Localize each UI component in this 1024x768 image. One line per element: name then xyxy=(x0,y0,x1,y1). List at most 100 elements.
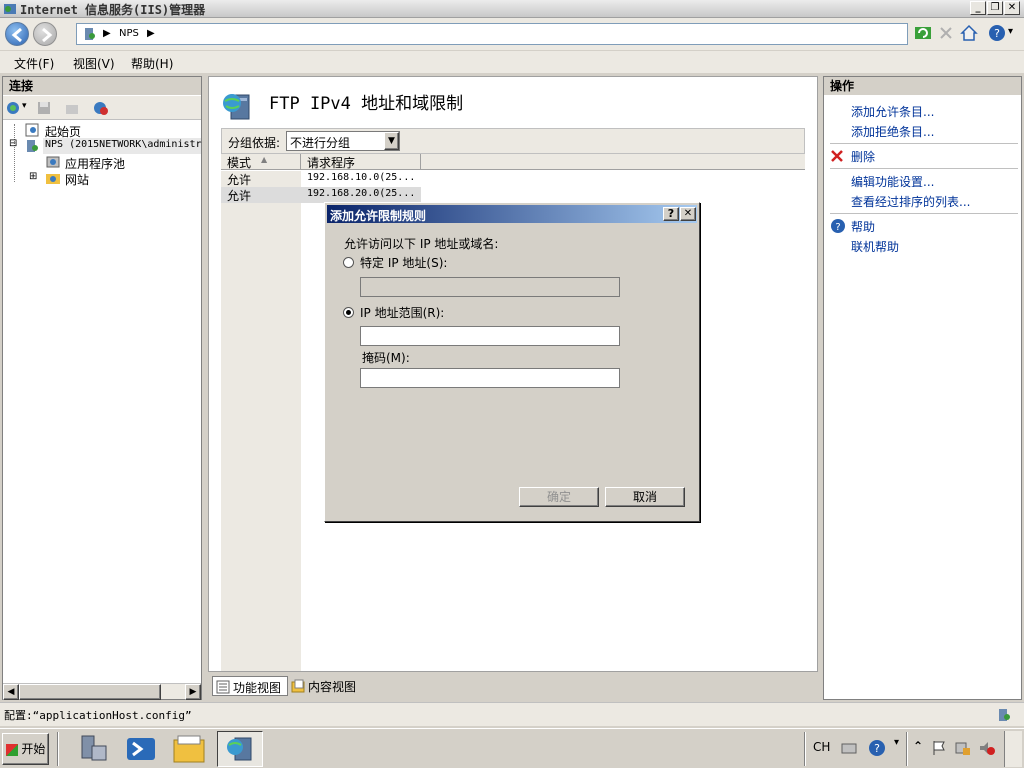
status-bar: 配置:“applicationHost.config” xyxy=(0,702,1024,726)
help-icon[interactable]: ? xyxy=(868,739,886,757)
connect-icon[interactable] xyxy=(5,100,21,116)
tree-line xyxy=(14,124,15,182)
status-text: 配置:“applicationHost.config” xyxy=(4,709,192,722)
restore-button[interactable]: ❐ xyxy=(987,1,1003,15)
server-manager-icon[interactable] xyxy=(74,732,112,766)
up-folder-icon[interactable] xyxy=(64,100,80,116)
column-header-mode[interactable]: 模式 ▲ xyxy=(221,154,301,170)
ip-range-label: IP 地址范围(R): xyxy=(360,306,445,320)
tree-item-app-pools[interactable]: 应用程序池 xyxy=(65,155,125,172)
scroll-right-button[interactable]: ▶ xyxy=(185,684,201,700)
keyboard-icon[interactable] xyxy=(840,739,858,757)
app-pool-icon xyxy=(46,156,60,168)
iis-manager-taskbar-button[interactable] xyxy=(217,731,263,767)
connections-toolbar: ▾ xyxy=(3,96,201,120)
group-by-label: 分组依据: xyxy=(228,136,281,150)
taskbar-divider xyxy=(906,732,908,766)
scroll-left-button[interactable]: ◀ xyxy=(3,684,19,700)
help-dropdown-icon[interactable]: ▾ xyxy=(1008,26,1013,37)
group-by-select[interactable]: 不进行分组 ▼ xyxy=(286,131,400,151)
collapse-icon[interactable]: ⊟ xyxy=(9,139,17,149)
connections-panel: 连接 ▾ 起始页 ⊟ NPS (2015NETWORK\administr 应用… xyxy=(2,76,202,700)
edit-feature-settings-link[interactable]: 编辑功能设置... xyxy=(851,173,934,190)
connect-dropdown-icon[interactable]: ▾ xyxy=(22,101,27,111)
save-icon[interactable] xyxy=(36,100,52,116)
forward-button[interactable] xyxy=(33,22,57,46)
menu-help[interactable]: 帮助(H) xyxy=(131,55,173,72)
help-icon[interactable]: ? xyxy=(988,24,1006,42)
ok-button[interactable]: 确定 xyxy=(519,487,599,507)
show-hidden-icons-chevron-icon[interactable]: ⌃ xyxy=(913,739,923,753)
menu-file[interactable]: 文件(F) xyxy=(14,55,54,72)
actions-title: 操作 xyxy=(824,77,1021,95)
delete-link[interactable]: 删除 xyxy=(851,148,875,165)
menu-view[interactable]: 视图(V) xyxy=(73,55,115,72)
address-bar[interactable]: ▶ NPS ▶ xyxy=(76,23,908,45)
chevron-down-icon[interactable]: ▼ xyxy=(384,132,399,150)
disconnect-icon[interactable] xyxy=(93,100,109,116)
table-row[interactable]: 允许 192.168.10.0(25... xyxy=(221,171,421,187)
dialog-close-button[interactable]: ✕ xyxy=(680,207,696,221)
cancel-button[interactable]: 取消 xyxy=(605,487,685,507)
add-allow-rule-dialog: 添加允许限制规则 ? ✕ 允许访问以下 IP 地址或域名: 特定 IP 地址(S… xyxy=(324,202,700,522)
ip-range-radio[interactable] xyxy=(343,307,354,318)
ftp-restrictions-icon xyxy=(223,94,250,120)
online-help-link[interactable]: 联机帮助 xyxy=(851,238,899,255)
language-indicator[interactable]: CH xyxy=(813,740,830,754)
mode-column-shade xyxy=(221,171,301,671)
table-row[interactable]: 允许 192.168.20.0(25... xyxy=(221,187,421,203)
scroll-thumb[interactable] xyxy=(19,684,161,700)
tab-content-view[interactable]: 内容视图 xyxy=(288,676,364,696)
show-desktop-button[interactable] xyxy=(1004,731,1022,767)
powershell-icon[interactable] xyxy=(122,732,160,766)
svg-text:?: ? xyxy=(835,222,840,233)
column-header-requester[interactable]: 请求程序 xyxy=(301,154,421,170)
mask-input[interactable] xyxy=(360,368,620,388)
dialog-help-button[interactable]: ? xyxy=(663,207,679,221)
close-button[interactable]: ✕ xyxy=(1004,1,1020,15)
specific-ip-radio[interactable] xyxy=(343,257,354,268)
add-allow-entry-link[interactable]: 添加允许条目... xyxy=(851,103,934,120)
tree-item-sites[interactable]: 网站 xyxy=(65,171,89,188)
back-button[interactable] xyxy=(5,22,29,46)
back-arrow-icon xyxy=(11,27,22,43)
view-ordered-list-link[interactable]: 查看经过排序的列表... xyxy=(851,193,970,210)
network-icon[interactable] xyxy=(954,739,972,757)
tree-item-server[interactable]: NPS (2015NETWORK\administr xyxy=(43,138,202,154)
taskbar-divider xyxy=(804,732,806,766)
feature-view-icon xyxy=(216,680,230,694)
specific-ip-input[interactable] xyxy=(360,277,620,297)
connections-title: 连接 xyxy=(3,77,201,95)
help-link[interactable]: 帮助 xyxy=(851,218,875,235)
windows-logo-icon xyxy=(5,743,18,756)
dialog-title: 添加允许限制规则 xyxy=(330,209,427,223)
actions-panel: 操作 添加允许条目... 添加拒绝条目... 删除 编辑功能设置... 查看经过… xyxy=(823,76,1022,700)
options-arrow-icon[interactable]: ▾ xyxy=(894,737,899,748)
expand-icon[interactable]: ⊞ xyxy=(29,172,37,182)
volume-muted-icon[interactable] xyxy=(978,739,996,757)
iis-icon xyxy=(227,737,252,761)
stop-icon[interactable] xyxy=(937,24,955,42)
ip-range-input[interactable] xyxy=(360,326,620,346)
home-icon[interactable] xyxy=(960,24,978,42)
add-deny-entry-link[interactable]: 添加拒绝条目... xyxy=(851,123,934,140)
refresh-icon[interactable] xyxy=(914,24,932,42)
svg-text:?: ? xyxy=(874,742,880,755)
taskbar-divider xyxy=(57,732,59,766)
forward-arrow-icon xyxy=(42,27,53,43)
action-center-flag-icon[interactable] xyxy=(930,739,948,757)
horizontal-scrollbar[interactable]: ◀ ▶ xyxy=(3,683,201,700)
start-button[interactable]: 开始 xyxy=(2,733,49,765)
window-title-bar: Internet 信息服务(IIS)管理器 _ ❐ ✕ xyxy=(0,0,1024,18)
divider xyxy=(830,143,1018,144)
explorer-icon[interactable] xyxy=(170,732,208,766)
row-requester: 192.168.20.0(25... xyxy=(307,188,416,199)
column-requester-label: 请求程序 xyxy=(307,156,356,170)
divider xyxy=(830,168,1018,169)
breadcrumb-nps[interactable]: NPS xyxy=(119,28,139,39)
tab-feature-view[interactable]: 功能视图 xyxy=(212,676,288,696)
minimize-button[interactable]: _ xyxy=(970,1,986,15)
breadcrumb-separator: ▶ xyxy=(103,28,111,39)
specific-ip-label: 特定 IP 地址(S): xyxy=(360,256,448,270)
window-title: Internet 信息服务(IIS)管理器 xyxy=(20,3,206,17)
